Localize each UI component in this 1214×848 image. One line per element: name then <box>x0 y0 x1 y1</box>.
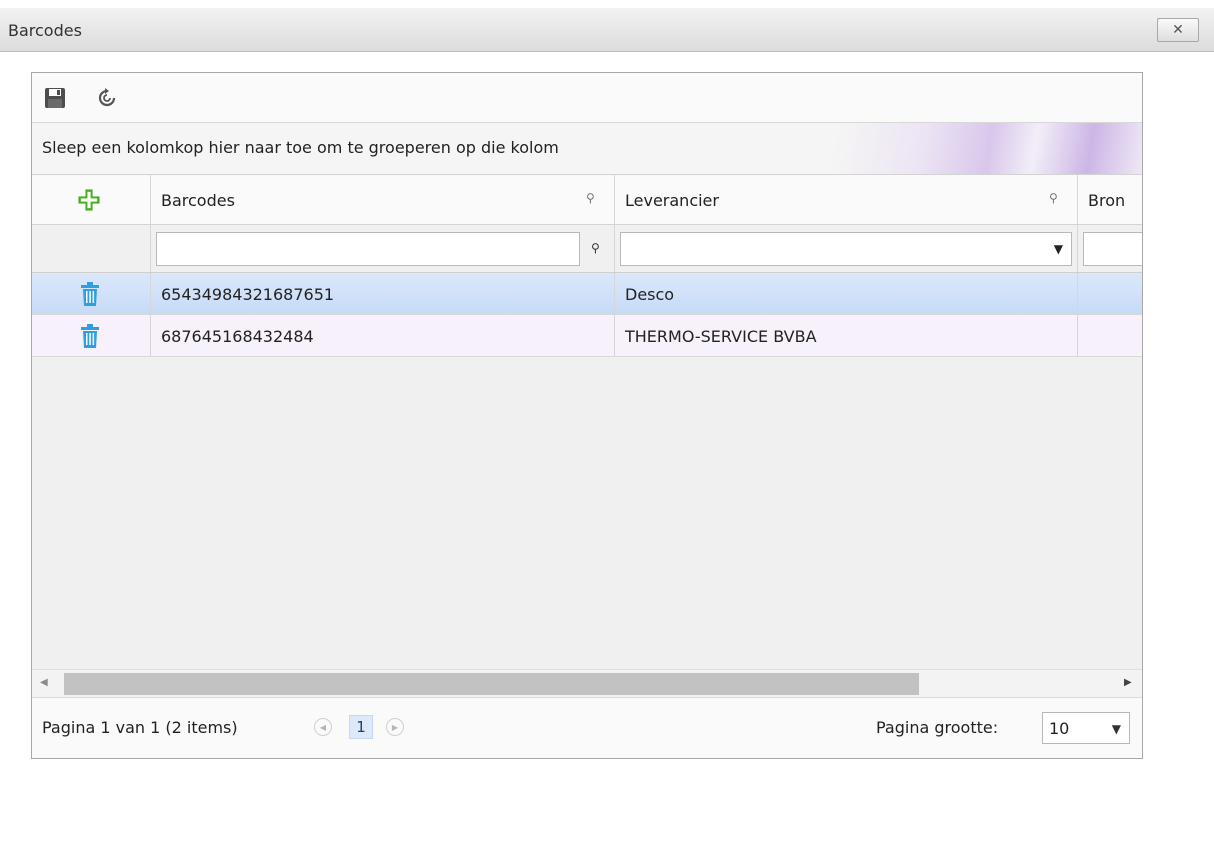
column-header-barcodes[interactable]: Barcodes ⚲ <box>150 175 614 224</box>
filter-row: ⚲ ▼ <box>32 225 1142 273</box>
table-row[interactable]: 65434984321687651 Desco <box>32 273 1142 315</box>
filter-icon[interactable]: ⚲ <box>586 191 595 205</box>
page-number: 1 <box>356 718 366 736</box>
column-header-bron[interactable]: Bron <box>1077 175 1142 224</box>
page-size-label: Pagina grootte: <box>876 718 999 737</box>
scrollbar-thumb[interactable] <box>64 673 919 695</box>
page-size-select[interactable]: 10 ▼ <box>1042 712 1130 744</box>
filter-cell-leverancier: ▼ <box>614 225 1077 272</box>
group-by-panel[interactable]: Sleep een kolomkop hier naar toe om te g… <box>32 123 1142 175</box>
prev-page-button[interactable]: ◀ <box>314 718 332 736</box>
refresh-icon <box>98 88 116 107</box>
leverancier-value: Desco <box>625 285 675 304</box>
chevron-down-icon: ▼ <box>1053 242 1063 256</box>
close-icon: ✕ <box>1172 22 1184 38</box>
column-label-bron: Bron <box>1088 191 1126 210</box>
horizontal-scrollbar[interactable]: ◀ ▶ <box>32 669 1142 697</box>
bron-cell <box>1077 315 1142 356</box>
filter-icon[interactable]: ⚲ <box>1049 191 1058 205</box>
row-delete-cell <box>32 315 150 356</box>
row-delete-cell <box>32 273 150 314</box>
add-column-header <box>32 175 150 224</box>
filter-icon[interactable]: ⚲ <box>591 241 600 255</box>
bron-filter-input[interactable] <box>1083 232 1142 266</box>
leverancier-value: THERMO-SERVICE BVBA <box>625 327 817 346</box>
column-header-leverancier[interactable]: Leverancier ⚲ <box>614 175 1077 224</box>
add-icon[interactable] <box>78 189 100 211</box>
save-button[interactable] <box>42 85 68 111</box>
close-button[interactable]: ✕ <box>1157 18 1199 42</box>
pager-info: Pagina 1 van 1 (2 items) <box>42 718 238 737</box>
table-row[interactable]: 687645168432484 THERMO-SERVICE BVBA <box>32 315 1142 357</box>
scroll-right-icon[interactable]: ▶ <box>1124 677 1132 688</box>
barcode-cell: 65434984321687651 <box>150 273 614 314</box>
bron-cell <box>1077 273 1142 314</box>
pager: Pagina 1 van 1 (2 items) ◀ 1 ▶ Pagina gr… <box>32 697 1142 758</box>
grid-data-area: 65434984321687651 Desco 687645168432484 <box>32 273 1142 649</box>
filter-cell-bron <box>1077 225 1142 272</box>
next-page-button[interactable]: ▶ <box>386 718 404 736</box>
chevron-left-icon: ◀ <box>319 722 327 732</box>
leverancier-filter-select[interactable]: ▼ <box>620 232 1072 266</box>
column-header-row: Barcodes ⚲ Leverancier ⚲ Bron <box>32 175 1142 225</box>
trash-icon[interactable] <box>80 324 100 348</box>
column-label-leverancier: Leverancier <box>625 191 719 210</box>
barcodes-grid: Sleep een kolomkop hier naar toe om te g… <box>31 72 1143 759</box>
trash-icon[interactable] <box>80 282 100 306</box>
barcode-value: 687645168432484 <box>161 327 314 346</box>
grid-toolbar <box>32 73 1142 123</box>
leverancier-cell: Desco <box>614 273 1077 314</box>
filter-cell-empty <box>32 225 150 272</box>
barcode-value: 65434984321687651 <box>161 285 335 304</box>
page-size-value: 10 <box>1049 719 1070 738</box>
chevron-down-icon: ▼ <box>1111 722 1121 736</box>
save-icon <box>45 88 65 108</box>
barcode-cell: 687645168432484 <box>150 315 614 356</box>
leverancier-cell: THERMO-SERVICE BVBA <box>614 315 1077 356</box>
chevron-right-icon: ▶ <box>391 722 399 732</box>
group-panel-hint: Sleep een kolomkop hier naar toe om te g… <box>42 138 559 157</box>
filter-cell-barcodes: ⚲ <box>150 225 614 272</box>
refresh-button[interactable] <box>94 85 120 111</box>
page-number-button[interactable]: 1 <box>349 715 373 739</box>
window-header: Barcodes ✕ <box>0 8 1214 52</box>
column-label-barcodes: Barcodes <box>161 191 235 210</box>
window-title: Barcodes <box>8 21 82 40</box>
barcodes-filter-input[interactable] <box>156 232 580 266</box>
scroll-left-icon[interactable]: ◀ <box>40 677 48 688</box>
